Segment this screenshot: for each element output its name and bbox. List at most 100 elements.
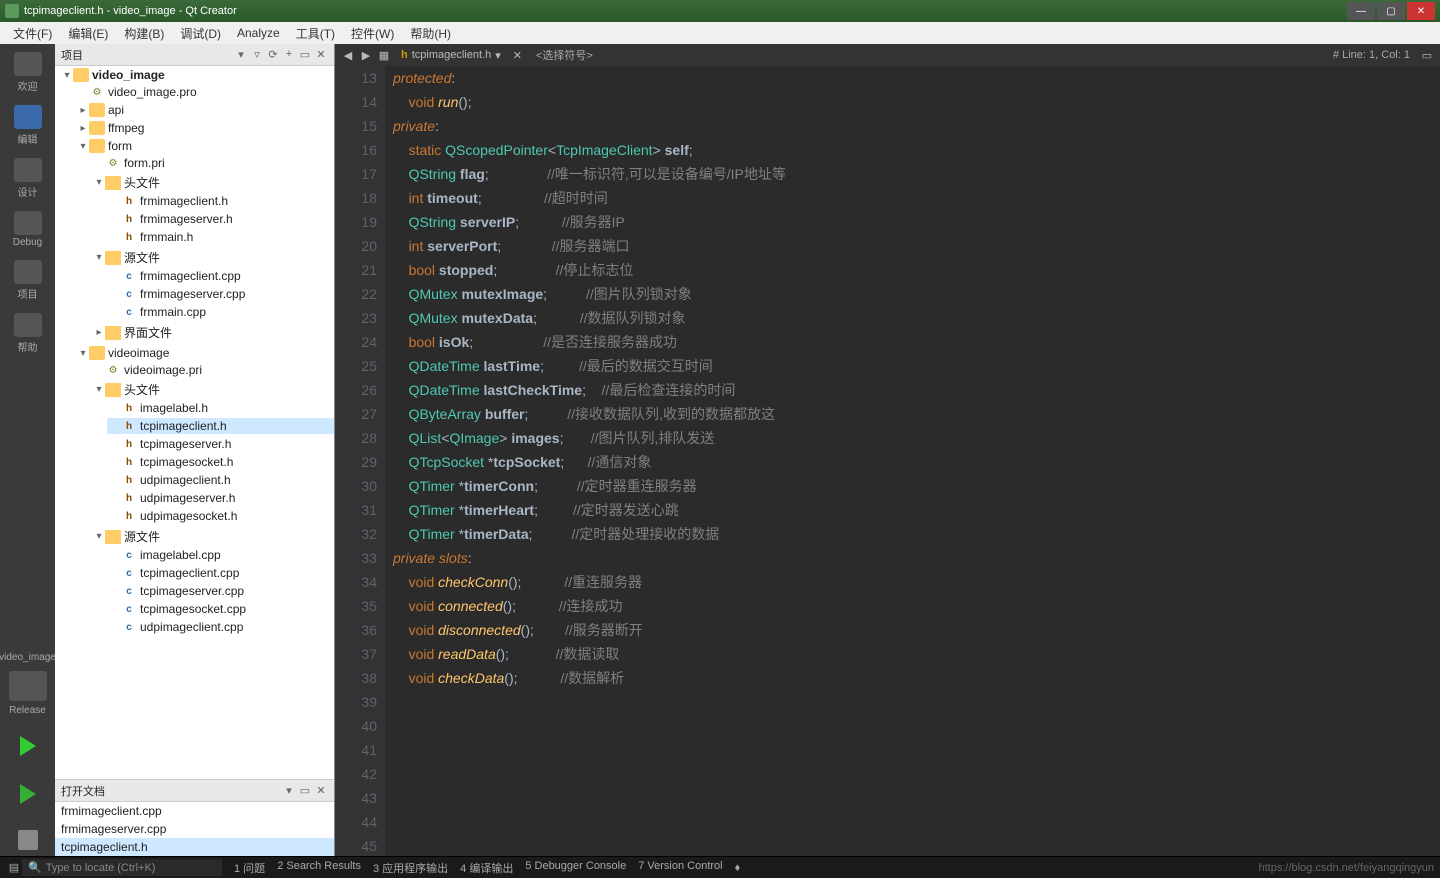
mode-help[interactable]: 帮助 bbox=[8, 313, 48, 354]
maximize-button[interactable]: ▢ bbox=[1377, 2, 1405, 20]
split-icon[interactable]: ▭ bbox=[298, 784, 312, 798]
tree-item[interactable]: ctcpimageserver.cpp bbox=[107, 583, 334, 599]
close-button[interactable]: ✕ bbox=[1407, 2, 1435, 20]
project-tree[interactable]: ▾video_image ⚙video_image.pro ▸api ▸ffmp… bbox=[55, 66, 334, 779]
split-icon[interactable]: ▭ bbox=[298, 48, 312, 62]
open-docs-list[interactable]: frmimageclient.cppfrmimageserver.cpptcpi… bbox=[55, 802, 334, 856]
minimize-button[interactable]: — bbox=[1347, 2, 1375, 20]
build-config: Release bbox=[9, 705, 46, 716]
open-docs-header: 打开文档 ▾ ▭ ✕ bbox=[55, 780, 334, 802]
line-gutter: 1314151617181920212223242526272829303132… bbox=[335, 66, 385, 856]
open-doc-item[interactable]: frmimageclient.cpp bbox=[55, 802, 334, 820]
code-editor[interactable]: 1314151617181920212223242526272829303132… bbox=[335, 66, 1440, 856]
tree-item[interactable]: cfrmimageserver.cpp bbox=[107, 286, 334, 302]
nav-back-icon[interactable]: ◀ bbox=[339, 49, 357, 62]
build-button[interactable] bbox=[18, 830, 38, 850]
tree-item[interactable]: cfrmimageclient.cpp bbox=[107, 268, 334, 284]
open-doc-item[interactable]: frmimageserver.cpp bbox=[55, 820, 334, 838]
tree-item[interactable]: hfrmmain.h bbox=[107, 229, 334, 245]
menu-item[interactable]: 工具(T) bbox=[288, 25, 343, 42]
tree-item[interactable]: ▸api bbox=[75, 102, 334, 118]
menu-item[interactable]: 编辑(E) bbox=[60, 25, 116, 42]
tree-root[interactable]: ▾video_image bbox=[59, 67, 334, 83]
tree-item[interactable]: hudpimageserver.h bbox=[107, 490, 334, 506]
tree-item[interactable]: himagelabel.h bbox=[107, 400, 334, 416]
tree-item[interactable]: hudpimagesocket.h bbox=[107, 508, 334, 524]
menu-item[interactable]: 构建(B) bbox=[116, 25, 172, 42]
h-file-icon: h bbox=[401, 49, 408, 61]
titlebar: tcpimageclient.h - video_image - Qt Crea… bbox=[0, 0, 1440, 22]
tree-item[interactable]: ▸界面文件 bbox=[91, 323, 334, 342]
close-panel-icon[interactable]: ✕ bbox=[314, 48, 328, 62]
tree-item[interactable]: htcpimageserver.h bbox=[107, 436, 334, 452]
tree-item[interactable]: ⚙videoimage.pri bbox=[91, 362, 334, 378]
sync-icon[interactable]: ⟳ bbox=[266, 48, 280, 62]
add-icon[interactable]: + bbox=[282, 48, 296, 62]
mode-bar: 欢迎 编辑 设计 Debug 项目 帮助 video_image Release bbox=[0, 44, 55, 856]
code-body[interactable]: protected: void run();private: static QS… bbox=[385, 66, 1440, 856]
tree-item[interactable]: cimagelabel.cpp bbox=[107, 547, 334, 563]
run-debug-button[interactable] bbox=[20, 784, 36, 804]
project-panel-header: 项目 ▾ ▿ ⟳ + ▭ ✕ bbox=[55, 44, 334, 66]
tree-item[interactable]: ▾form bbox=[75, 138, 334, 154]
statusbar: ▤ 🔍 Type to locate (Ctrl+K) 1 问题 2 Search… bbox=[0, 856, 1440, 878]
tree-item[interactable]: ctcpimagesocket.cpp bbox=[107, 601, 334, 617]
tree-item[interactable]: ⚙video_image.pro bbox=[75, 84, 334, 100]
output-toggle-icon[interactable]: ▤ bbox=[6, 861, 22, 874]
tree-item[interactable]: cudpimageclient.cpp bbox=[107, 619, 334, 635]
mode-welcome[interactable]: 欢迎 bbox=[8, 52, 48, 93]
tree-item[interactable]: ▾源文件 bbox=[91, 527, 334, 546]
mode-debug[interactable]: Debug bbox=[8, 211, 48, 248]
status-pane-item[interactable]: 4 编译输出 bbox=[460, 860, 513, 876]
tree-item[interactable]: hfrmimageserver.h bbox=[107, 211, 334, 227]
menu-item[interactable]: 帮助(H) bbox=[402, 25, 459, 42]
status-pane-item[interactable]: 2 Search Results bbox=[277, 860, 361, 876]
tree-item[interactable]: hudpimageclient.h bbox=[107, 472, 334, 488]
chevron-icon[interactable]: ♦ bbox=[735, 862, 741, 874]
mode-projects[interactable]: 项目 bbox=[8, 260, 48, 301]
menu-item[interactable]: Analyze bbox=[229, 26, 288, 40]
locator-input[interactable]: 🔍 Type to locate (Ctrl+K) bbox=[22, 859, 222, 876]
line-col-indicator[interactable]: # Line: 1, Col: 1 bbox=[1333, 49, 1410, 61]
status-pane-item[interactable]: 3 应用程序输出 bbox=[373, 860, 448, 876]
tree-item[interactable]: ▾videoimage bbox=[75, 345, 334, 361]
tree-item[interactable]: htcpimagesocket.h bbox=[107, 454, 334, 470]
split-icon[interactable]: ▭ bbox=[1418, 49, 1436, 62]
nav-fwd-icon[interactable]: ▶ bbox=[357, 49, 375, 62]
symbol-selector[interactable]: <选择符号> bbox=[536, 47, 593, 63]
tree-item-selected[interactable]: htcpimageclient.h bbox=[107, 418, 334, 434]
app-icon bbox=[5, 4, 19, 18]
status-pane-item[interactable]: 7 Version Control bbox=[638, 860, 722, 876]
menu-item[interactable]: 文件(F) bbox=[5, 25, 60, 42]
tree-item[interactable]: cfrmmain.cpp bbox=[107, 304, 334, 320]
close-panel-icon[interactable]: ✕ bbox=[314, 784, 328, 798]
tree-item[interactable]: ▾头文件 bbox=[91, 380, 334, 399]
editor-file-tab[interactable]: h tcpimageclient.h ▾ bbox=[393, 49, 509, 62]
window-title: tcpimageclient.h - video_image - Qt Crea… bbox=[24, 5, 237, 17]
status-pane-item[interactable]: 5 Debugger Console bbox=[525, 860, 626, 876]
mode-edit[interactable]: 编辑 bbox=[8, 105, 48, 146]
tree-item[interactable]: ▾头文件 bbox=[91, 173, 334, 192]
nav-menu-icon[interactable]: ▦ bbox=[375, 49, 393, 62]
status-pane-item[interactable]: 1 问题 bbox=[234, 860, 265, 876]
kit-selector[interactable] bbox=[9, 671, 47, 701]
mode-design[interactable]: 设计 bbox=[8, 158, 48, 199]
watermark: https://blog.csdn.net/feiyangqingyun bbox=[1258, 862, 1434, 874]
tree-item[interactable]: ⚙form.pri bbox=[91, 155, 334, 171]
tree-item[interactable]: ctcpimageclient.cpp bbox=[107, 565, 334, 581]
menu-item[interactable]: 调试(D) bbox=[172, 25, 229, 42]
tree-item[interactable]: ▾源文件 bbox=[91, 248, 334, 267]
dropdown-icon[interactable]: ▾ bbox=[282, 784, 296, 798]
filter-icon[interactable]: ▿ bbox=[250, 48, 264, 62]
close-tab-icon[interactable]: ✕ bbox=[513, 49, 522, 62]
menu-item[interactable]: 控件(W) bbox=[343, 25, 402, 42]
search-icon: 🔍 bbox=[28, 861, 42, 874]
editor-toolbar: ◀ ▶ ▦ h tcpimageclient.h ▾ ✕ <选择符号> # Li… bbox=[335, 44, 1440, 66]
tree-item[interactable]: ▸ffmpeg bbox=[75, 120, 334, 136]
run-button[interactable] bbox=[20, 736, 36, 756]
menubar: 文件(F)编辑(E)构建(B)调试(D)Analyze工具(T)控件(W)帮助(… bbox=[0, 22, 1440, 44]
dropdown-icon[interactable]: ▾ bbox=[234, 48, 248, 62]
open-doc-item[interactable]: tcpimageclient.h bbox=[55, 838, 334, 856]
dropdown-icon[interactable]: ▾ bbox=[495, 49, 501, 62]
tree-item[interactable]: hfrmimageclient.h bbox=[107, 193, 334, 209]
